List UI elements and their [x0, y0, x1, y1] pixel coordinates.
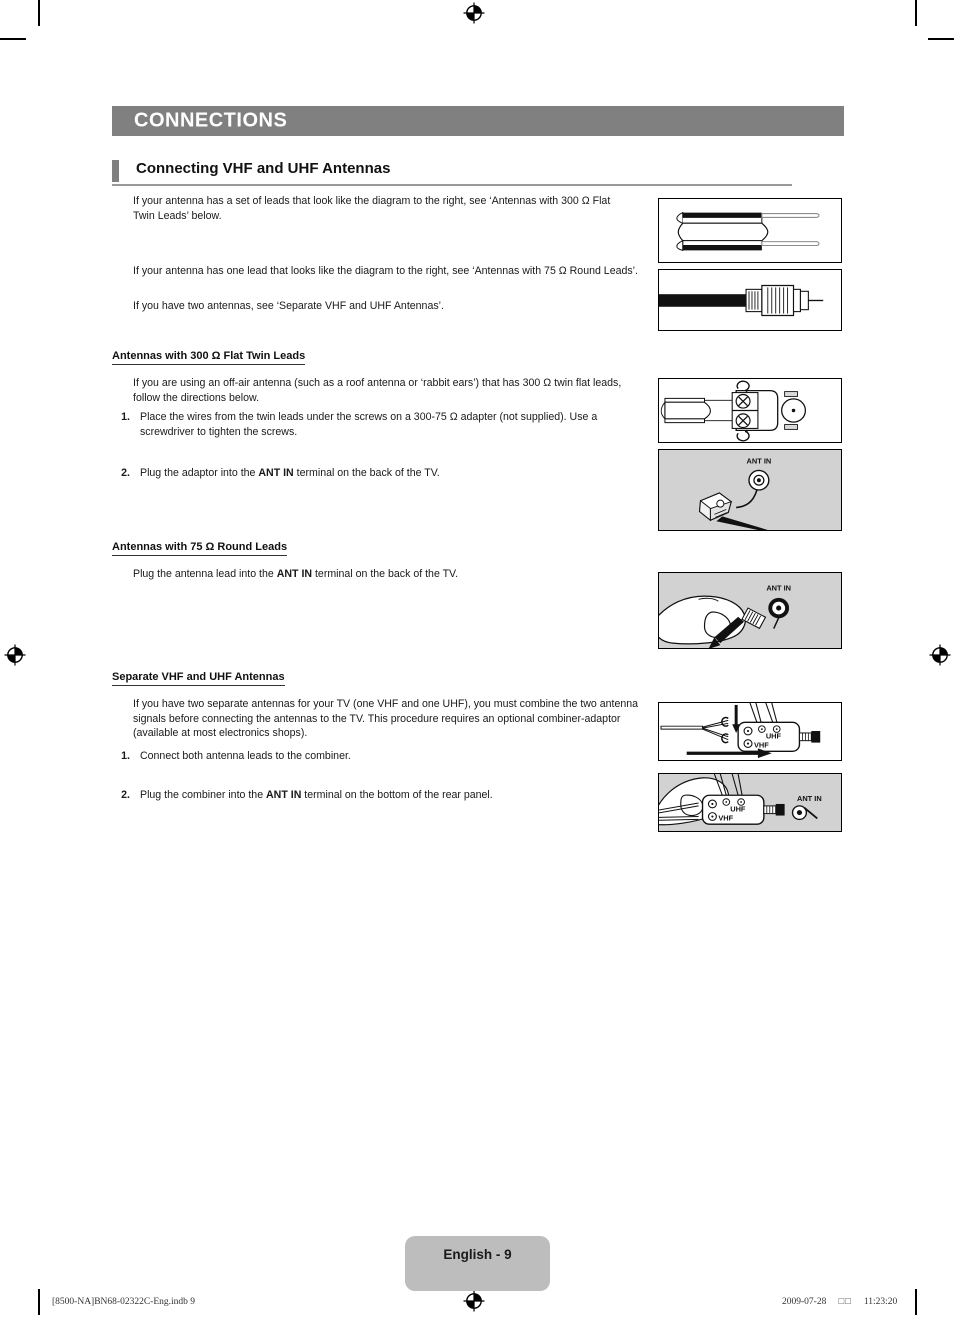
round-leads-body-suffix: terminal on the back of the TV.: [312, 568, 459, 580]
flat-twin-step-2-suffix: terminal on the back of the TV.: [293, 467, 440, 479]
crop-mark-top-left-vertical: [38, 0, 40, 26]
page-number-label: English - 9: [443, 1247, 512, 1262]
page-number-badge: English - 9: [405, 1236, 550, 1291]
separate-step-2-ant-in: ANT IN: [266, 789, 302, 801]
registration-mark-bottom-center: [463, 1290, 485, 1312]
flat-twin-body: If you are using an off-air antenna (suc…: [133, 377, 622, 404]
svg-text:UHF: UHF: [766, 732, 782, 741]
colophon-date: 2009-07-28: [782, 1297, 827, 1307]
subheading-round-leads: Antennas with 75 Ω Round Leads: [112, 541, 288, 556]
colophon-time: 11:23:20: [863, 1297, 898, 1307]
svg-text:ANT IN: ANT IN: [797, 794, 822, 803]
colophon-timestamp: 2009-07-28 □□ 11:23:20: [782, 1297, 897, 1307]
colophon-tofu-glyphs: □□: [838, 1297, 852, 1307]
figure-round-lead-into-ant-in: ANT IN: [658, 572, 842, 649]
figure-combiner-leads: UHF VHF: [658, 702, 842, 761]
colophon-file-name: [8500-NA]BN68-02322C-Eng.indb 9: [52, 1297, 196, 1307]
registration-mark-top-center: [463, 2, 485, 24]
section-divider-rule: [112, 184, 792, 186]
chapter-header-bar: CONNECTIONS: [112, 106, 844, 136]
section-heading: Connecting VHF and UHF Antennas: [112, 160, 792, 186]
separate-step-1: 1. Connect both antenna leads to the com…: [112, 749, 632, 764]
registration-mark-left-center: [4, 644, 26, 666]
separate-body: If you have two separate antennas for yo…: [133, 698, 639, 739]
subheading-separate-antennas: Separate VHF and UHF Antennas: [112, 671, 285, 686]
flat-twin-step-2-ant-in: ANT IN: [258, 467, 294, 479]
round-leads-body-prefix: Plug the antenna lead into the: [133, 568, 277, 580]
flat-twin-step-1: 1. Place the wires from the twin leads u…: [112, 410, 632, 439]
chapter-title: CONNECTIONS: [134, 109, 288, 132]
figure-adapter-screws: [658, 378, 842, 443]
intro-paragraph-3: If you have two antennas, see ‘Separate …: [133, 300, 444, 312]
flat-twin-step-2: 2. Plug the adaptor into the ANT IN term…: [112, 466, 632, 481]
figure-round-lead-cable: [658, 269, 842, 331]
flat-twin-step-1-number: 1.: [121, 411, 130, 423]
figure-adapter-into-ant-in: ANT IN: [658, 449, 842, 531]
svg-text:VHF: VHF: [754, 741, 769, 750]
svg-text:VHF: VHF: [718, 813, 733, 822]
crop-mark-bottom-left-vertical: [38, 1289, 40, 1315]
svg-text:ANT IN: ANT IN: [747, 457, 772, 466]
intro-paragraph-2: If your antenna has one lead that looks …: [133, 265, 638, 277]
figure-flat-twin-lead-cable: [658, 198, 842, 263]
figure-combiner-into-ant-in: UHF VHF ANT IN: [658, 773, 842, 832]
crop-mark-top-right-vertical: [915, 0, 917, 26]
round-leads-ant-in: ANT IN: [276, 568, 313, 580]
svg-text:ANT IN: ANT IN: [766, 584, 791, 593]
subheading-flat-twin-leads: Antennas with 300 Ω Flat Twin Leads: [112, 350, 306, 365]
section-title: Connecting VHF and UHF Antennas: [136, 160, 391, 177]
round-leads-body: Plug the antenna lead into the ANT IN te…: [133, 567, 645, 582]
registration-mark-right-center: [929, 644, 951, 666]
svg-text:UHF: UHF: [730, 805, 746, 814]
separate-step-2-prefix: Plug the combiner into the: [140, 789, 267, 801]
separate-step-2-text: Plug the combiner into the ANT IN termin…: [140, 788, 632, 803]
separate-step-2-suffix: terminal on the bottom of the rear panel…: [301, 789, 493, 801]
flat-twin-step-2-prefix: Plug the adaptor into the: [140, 467, 259, 479]
flat-twin-step-1-text: Place the wires from the twin leads unde…: [140, 411, 598, 438]
crop-mark-top-right-horizontal: [928, 38, 954, 40]
flat-twin-step-2-text: Plug the adaptor into the ANT IN termina…: [140, 466, 632, 481]
section-tick-marker: [112, 160, 119, 182]
separate-step-2-number: 2.: [121, 789, 130, 801]
separate-step-2: 2. Plug the combiner into the ANT IN ter…: [112, 788, 632, 803]
crop-mark-top-left-horizontal: [0, 38, 26, 40]
separate-step-1-number: 1.: [121, 750, 130, 762]
crop-mark-bottom-right-vertical: [915, 1289, 917, 1315]
intro-paragraph-1: If your antenna has a set of leads that …: [133, 195, 611, 222]
flat-twin-step-2-number: 2.: [121, 467, 130, 479]
separate-step-1-text: Connect both antenna leads to the combin…: [140, 750, 351, 762]
